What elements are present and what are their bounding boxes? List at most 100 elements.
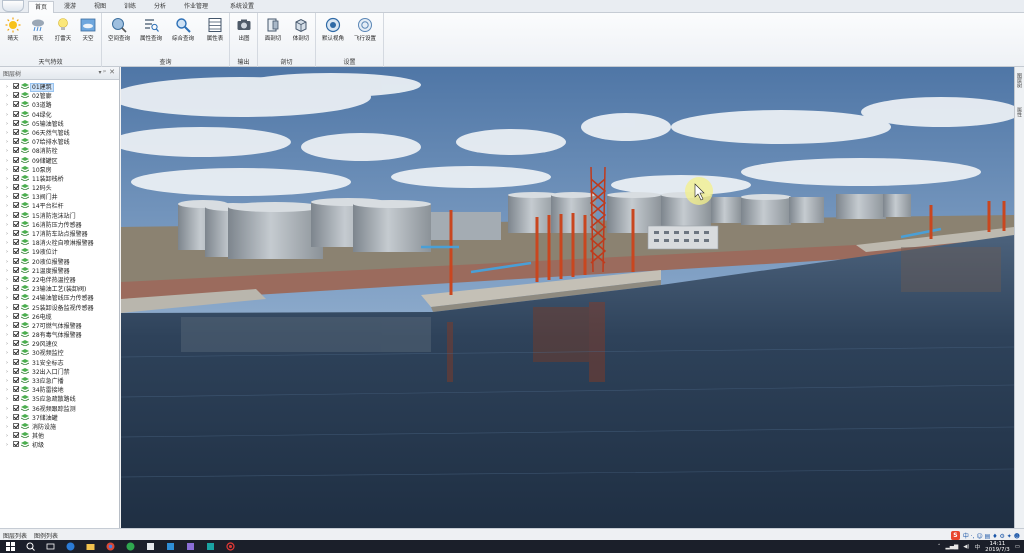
layer-tree-item[interactable]: › 29风速仪 <box>0 340 119 349</box>
app5-icon[interactable] <box>206 542 215 551</box>
layer-tree-item[interactable]: › 35应急疏散路线 <box>0 395 119 404</box>
layer-tree-item[interactable]: › 22电伴热温控器 <box>0 275 119 285</box>
tab-roam[interactable]: 漫游 <box>58 1 82 13</box>
layer-checkbox[interactable] <box>13 340 19 347</box>
spatial-query-button[interactable]: 空间查询 <box>106 15 132 53</box>
tab-analysis[interactable]: 分析 <box>148 1 172 13</box>
volume-icon[interactable]: ◀) <box>963 544 969 550</box>
app-menu-button[interactable] <box>2 0 24 12</box>
layer-tree-item[interactable]: › 30视频监控 <box>0 349 119 358</box>
layer-tree-item[interactable]: › 02管廊 <box>0 92 119 101</box>
layer-tree-item[interactable]: › 32出入口门禁 <box>0 367 119 377</box>
layer-checkbox[interactable] <box>13 101 19 108</box>
close-icon[interactable]: ✕ <box>109 68 115 76</box>
layer-tree-item[interactable]: › 其他 <box>0 432 119 441</box>
sky-button[interactable]: 天空 <box>75 15 101 53</box>
layer-tree-item[interactable]: › 08消防栓 <box>0 147 119 156</box>
tab-training[interactable]: 训练 <box>118 1 142 13</box>
layer-tree-item[interactable]: › 23输油工艺(装卸阀) <box>0 285 119 294</box>
layer-tree-item[interactable]: › 37储油罐 <box>0 413 119 423</box>
layer-tree-item[interactable]: › 07给排水管线 <box>0 138 119 147</box>
expander-icon[interactable]: › <box>6 304 13 313</box>
layer-checkbox[interactable] <box>13 220 19 227</box>
expander-icon[interactable]: › <box>6 193 13 202</box>
layer-tree-item[interactable]: › 03道路 <box>0 101 119 110</box>
expander-icon[interactable]: › <box>6 166 13 175</box>
layer-checkbox[interactable] <box>13 395 19 402</box>
expander-icon[interactable]: › <box>6 83 13 92</box>
flight-settings-button[interactable]: 飞行设置 <box>352 15 378 53</box>
expander-icon[interactable]: › <box>6 101 13 110</box>
layer-tree-item[interactable]: › 01建筑 <box>0 83 119 92</box>
expander-icon[interactable]: › <box>6 423 13 432</box>
layer-tree-item[interactable]: › 20液位报警器 <box>0 257 119 267</box>
expander-icon[interactable]: › <box>6 267 13 276</box>
layer-checkbox[interactable] <box>13 422 19 429</box>
layer-checkbox[interactable] <box>13 239 19 246</box>
right-tab-properties[interactable]: 属性 <box>1016 107 1023 117</box>
expander-icon[interactable]: › <box>6 129 13 138</box>
expander-icon[interactable]: › <box>6 258 13 267</box>
layer-checkbox[interactable] <box>13 285 19 292</box>
tab-system-settings[interactable]: 系统设置 <box>224 1 260 13</box>
edge-icon[interactable] <box>66 542 75 551</box>
layer-checkbox[interactable] <box>13 147 19 154</box>
layer-checkbox[interactable] <box>13 83 19 89</box>
layer-checkbox[interactable] <box>13 128 19 135</box>
expander-icon[interactable]: › <box>6 340 13 349</box>
layer-checkbox[interactable] <box>13 92 19 99</box>
expander-icon[interactable]: › <box>6 120 13 129</box>
expander-icon[interactable]: › <box>6 92 13 101</box>
expander-icon[interactable]: › <box>6 248 13 257</box>
layer-tree-item[interactable]: › 消防设施 <box>0 422 119 432</box>
3d-scene-viewport[interactable] <box>121 67 1014 528</box>
expander-icon[interactable]: › <box>6 184 13 193</box>
expander-icon[interactable]: › <box>6 313 13 322</box>
expander-icon[interactable]: › <box>6 175 13 184</box>
layer-checkbox[interactable] <box>13 156 19 163</box>
layer-checkbox[interactable] <box>13 138 19 145</box>
combined-query-button[interactable]: 综合查询 <box>170 15 196 53</box>
file-explorer-icon[interactable] <box>86 542 95 551</box>
layer-checkbox[interactable] <box>13 386 19 393</box>
layer-tree-item[interactable]: › 18消火栓自喷淋报警器 <box>0 239 119 248</box>
layer-checkbox[interactable] <box>13 441 19 448</box>
expander-icon[interactable]: › <box>6 212 13 221</box>
expander-icon[interactable]: › <box>6 405 13 414</box>
layer-tree-item[interactable]: › 14平台栏杆 <box>0 202 119 211</box>
status-layer-list[interactable]: 图层列表 <box>3 531 27 540</box>
layer-tree-item[interactable]: › 15消防泡沫站门 <box>0 211 119 221</box>
expander-icon[interactable]: › <box>6 377 13 386</box>
search-icon[interactable] <box>26 542 35 551</box>
app2-icon[interactable] <box>146 542 155 551</box>
expander-icon[interactable]: › <box>6 276 13 285</box>
clock[interactable]: 14:11 2019/7/3 <box>985 541 1010 553</box>
expander-icon[interactable]: › <box>6 202 13 211</box>
expander-icon[interactable]: › <box>6 432 13 441</box>
layer-checkbox[interactable] <box>13 275 19 282</box>
layer-checkbox[interactable] <box>13 331 19 338</box>
layer-tree-item[interactable]: › 25装卸设备监视传感器 <box>0 303 119 313</box>
app-icon[interactable] <box>126 542 135 551</box>
layer-checkbox[interactable] <box>13 211 19 218</box>
layer-checkbox[interactable] <box>13 266 19 273</box>
record-icon[interactable] <box>226 542 235 551</box>
layer-tree-item[interactable]: › 12码头 <box>0 184 119 193</box>
expander-icon[interactable]: › <box>6 230 13 239</box>
expander-icon[interactable]: › <box>6 294 13 303</box>
tab-view[interactable]: 视图 <box>88 1 112 13</box>
layer-checkbox[interactable] <box>13 303 19 310</box>
layer-checkbox[interactable] <box>13 349 19 356</box>
layer-tree-item[interactable]: › 24输油管线压力传感器 <box>0 294 119 303</box>
expander-icon[interactable]: › <box>6 138 13 147</box>
expander-icon[interactable]: › <box>6 395 13 404</box>
ime-toolbar[interactable]: S 中 ·, ☺ ▤ ♦ ⚙ ✦ ☻ <box>950 530 1020 540</box>
layer-tree-item[interactable]: › 04绿化 <box>0 110 119 120</box>
layer-checkbox[interactable] <box>13 165 19 172</box>
layer-tree-item[interactable]: › 36视频跟踪监测 <box>0 404 119 414</box>
layer-checkbox[interactable] <box>13 119 19 126</box>
attribute-query-button[interactable]: 属性查询 <box>138 15 164 53</box>
layer-tree-item[interactable]: › 初级 <box>0 441 119 450</box>
expander-icon[interactable]: › <box>6 285 13 294</box>
layer-tree-item[interactable]: › 27可燃气体报警器 <box>0 321 119 331</box>
